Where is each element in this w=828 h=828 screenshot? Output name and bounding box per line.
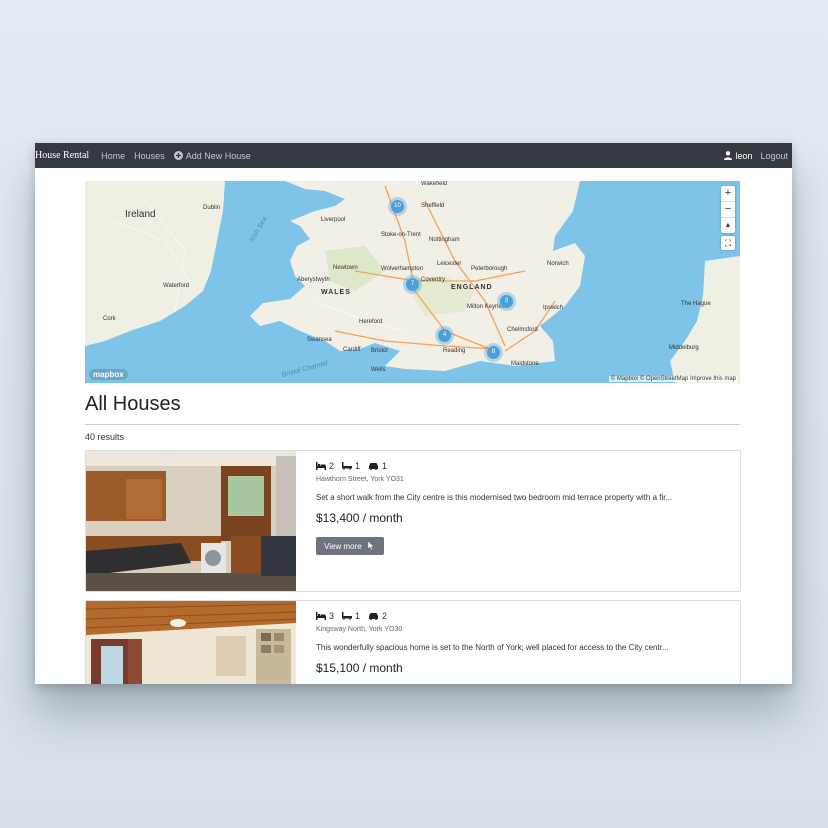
user-menu[interactable]: leon xyxy=(724,151,752,161)
beds-count: 2 xyxy=(329,461,335,471)
map-attribution[interactable]: © Mapbox © OpenStreetMap Improve this ma… xyxy=(608,376,738,382)
nav-right: leon Logout xyxy=(724,151,788,161)
beds-feature: 2 xyxy=(316,461,334,471)
bed-icon xyxy=(316,462,326,470)
beds-count: 3 xyxy=(329,611,335,621)
map[interactable]: Ireland Dublin Waterford Cork Irish Sea … xyxy=(85,181,740,383)
plus-circle-icon xyxy=(173,151,183,160)
listing-card: 3 1 2 Kingsway North, York YO30 This won… xyxy=(85,600,741,684)
kitchen-photo xyxy=(86,451,296,591)
divider xyxy=(85,424,740,425)
map-label-leicester: Leicester xyxy=(437,261,462,267)
map-label-wakefield: Wakefield xyxy=(421,181,448,187)
user-name: leon xyxy=(735,150,753,161)
map-label-hereford: Hereford xyxy=(359,319,383,325)
map-label-maidstone: Maidstone xyxy=(511,361,539,367)
logout-link[interactable]: Logout xyxy=(760,151,788,161)
map-label-middelburg: Middelburg xyxy=(669,345,699,351)
map-label-coventry: Coventry xyxy=(421,277,446,283)
map-label-dublin: Dublin xyxy=(203,205,221,211)
map-cluster-marker[interactable]: 7 xyxy=(406,278,419,291)
listing-photo[interactable] xyxy=(86,601,296,684)
cars-feature: 1 xyxy=(368,461,387,471)
mapbox-logo[interactable]: mapbox xyxy=(89,369,128,380)
map-label-wells: Wells xyxy=(371,367,386,373)
browser-window: House Rental Home Houses Add New House l… xyxy=(35,143,792,684)
listing-price: $15,100 / month xyxy=(316,661,403,675)
map-label-milton-keynes: Milton Keynes xyxy=(467,304,505,310)
nav-home[interactable]: Home xyxy=(101,151,125,161)
map-label-norwich: Norwich xyxy=(547,261,569,267)
beds-feature: 3 xyxy=(316,611,334,621)
map-label-swansea: Swansea xyxy=(307,337,332,343)
map-label-ipswich: Ipswich xyxy=(543,305,564,311)
nav-houses[interactable]: Houses xyxy=(134,151,165,161)
view-more-label: View more xyxy=(324,541,362,551)
zoom-out-button[interactable]: − xyxy=(721,202,735,218)
map-label-sheffield: Sheffield xyxy=(421,203,445,209)
map-zoom-controls: + − ▲ xyxy=(721,186,735,233)
map-label-the-hague: The Hague xyxy=(681,301,711,307)
baths-count: 1 xyxy=(355,461,361,471)
map-label-wolverhampton: Wolverhampton xyxy=(381,266,423,272)
map-cluster-marker[interactable]: 8 xyxy=(487,346,500,359)
map-cluster-marker[interactable]: 10 xyxy=(391,200,404,213)
map-label-aberystwyth: Aberystwyth xyxy=(297,277,330,283)
baths-feature: 1 xyxy=(342,461,360,471)
map-cluster-marker[interactable]: 3 xyxy=(500,295,513,308)
listing-address: Kingsway North, York YO30 xyxy=(316,626,403,633)
map-label-cork: Cork xyxy=(103,316,116,322)
listing-features: 2 1 1 xyxy=(316,461,730,471)
car-icon xyxy=(369,613,379,620)
results-count: 40 results xyxy=(85,432,125,442)
cursor-icon xyxy=(367,541,375,551)
listing-price: $13,400 / month xyxy=(316,511,403,525)
cars-count: 2 xyxy=(382,611,388,621)
listing-card: 2 1 1 Hawthorn Street, York YO31 Set a s… xyxy=(85,450,741,592)
bed-icon xyxy=(316,612,326,620)
map-label-ireland: Ireland xyxy=(125,209,156,220)
living-room-photo xyxy=(86,601,296,684)
listing-body: 2 1 1 Hawthorn Street, York YO31 Set a s… xyxy=(316,461,730,555)
cars-count: 1 xyxy=(382,461,388,471)
baths-count: 1 xyxy=(355,611,361,621)
map-label-cardiff: Cardiff xyxy=(343,347,361,353)
nav-add-house-label: Add New House xyxy=(185,150,251,161)
cars-feature: 2 xyxy=(368,611,387,621)
page-title: All Houses xyxy=(85,393,181,415)
view-more-button[interactable]: View more xyxy=(316,537,384,555)
map-label-peterborough: Peterborough xyxy=(471,266,508,272)
map-label-bristol: Bristol xyxy=(371,348,388,354)
baths-feature: 1 xyxy=(342,611,360,621)
bath-icon xyxy=(342,462,353,470)
listing-address: Hawthorn Street, York YO31 xyxy=(316,476,404,483)
nav-add-house[interactable]: Add New House xyxy=(173,150,251,161)
compass-button[interactable]: ▲ xyxy=(721,218,735,233)
navbar: House Rental Home Houses Add New House l… xyxy=(35,143,792,168)
bath-icon xyxy=(342,612,353,620)
map-cluster-marker[interactable]: 4 xyxy=(438,329,451,342)
map-label-stoke: Stoke-on-Trent xyxy=(381,232,421,238)
zoom-in-button[interactable]: + xyxy=(721,186,735,202)
map-label-chelmsford: Chelmsford xyxy=(507,327,538,333)
map-label-waterford: Waterford xyxy=(163,283,190,289)
map-label-england: ENGLAND xyxy=(451,284,493,291)
listing-description: Set a short walk from the City centre is… xyxy=(316,493,673,502)
listing-description: This wonderfully spacious home is set to… xyxy=(316,643,669,652)
map-label-newtown: Newtown xyxy=(333,265,358,271)
listing-photo[interactable] xyxy=(86,451,296,591)
listing-features: 3 1 2 xyxy=(316,611,730,621)
fullscreen-button[interactable]: ⛶ xyxy=(721,236,735,250)
map-label-nottingham: Nottingham xyxy=(429,237,460,243)
map-label-reading: Reading xyxy=(443,348,466,354)
brand-link[interactable]: House Rental xyxy=(35,150,89,161)
map-label-liverpool: Liverpool xyxy=(321,217,346,223)
car-icon xyxy=(369,463,379,470)
map-label-wales: WALES xyxy=(321,289,351,296)
user-icon xyxy=(724,151,733,160)
listing-body: 3 1 2 Kingsway North, York YO30 This won… xyxy=(316,611,730,675)
